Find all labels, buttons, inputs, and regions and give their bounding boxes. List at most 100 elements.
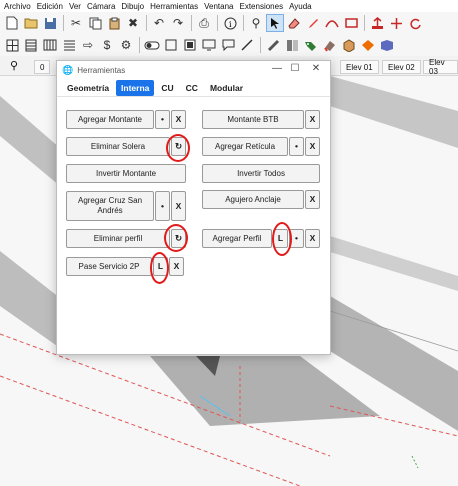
arc-icon[interactable] — [323, 14, 341, 32]
copy-icon[interactable] — [86, 14, 104, 32]
info-icon[interactable]: i — [221, 14, 239, 32]
invertir-todos-button[interactable]: Invertir Todos — [202, 164, 320, 183]
agregar-cruz-x-button[interactable]: X — [171, 191, 186, 221]
stack-icon[interactable] — [60, 36, 78, 54]
menu-ayuda[interactable]: Ayuda — [287, 2, 316, 11]
agregar-cruz-dot-button[interactable]: • — [155, 191, 170, 221]
agregar-cruz-button[interactable]: Agregar Cruz San Andrés — [66, 191, 154, 221]
move-icon[interactable] — [387, 14, 405, 32]
agregar-montante-dot-button[interactable]: • — [155, 110, 170, 129]
search-icon[interactable]: ⚲ — [10, 59, 18, 72]
pase-servicio-l-button[interactable]: L — [153, 257, 168, 276]
rectangle-icon[interactable] — [342, 14, 360, 32]
toolbar-separator — [146, 15, 147, 31]
menu-herramientas[interactable]: Herramientas — [148, 2, 202, 11]
agregar-perfil-button[interactable]: Agregar Perfil — [202, 229, 272, 248]
toggle-icon[interactable] — [143, 36, 161, 54]
agregar-reticula-button[interactable]: Agregar Retícula — [202, 137, 288, 156]
toolbar-separator — [260, 37, 261, 53]
menu-ver[interactable]: Ver — [67, 2, 85, 11]
scene-tab-elev-03[interactable]: Elev 03 — [423, 58, 458, 76]
pushpull-icon[interactable] — [368, 14, 386, 32]
panel-icon[interactable] — [22, 36, 40, 54]
fill-square-icon[interactable] — [181, 36, 199, 54]
eraser-icon[interactable] — [285, 14, 303, 32]
agregar-montante-button[interactable]: Agregar Montante — [66, 110, 154, 129]
erase-icon[interactable]: ✖ — [124, 14, 142, 32]
agujero-anclaje-x-button[interactable]: X — [305, 190, 320, 209]
camera-icon[interactable] — [378, 36, 396, 54]
dollar-icon[interactable]: $ — [98, 36, 116, 54]
scene-tab-elev-01[interactable]: Elev 01 — [340, 60, 379, 74]
montante-btb-button[interactable]: Montante BTB — [202, 110, 304, 129]
scene-tab-elev-02[interactable]: Elev 02 — [382, 60, 421, 74]
menu-archivo[interactable]: Archivo — [2, 2, 35, 11]
ruler-icon[interactable] — [264, 36, 282, 54]
print-icon[interactable]: ⎙ — [195, 14, 213, 32]
scene-tab-0[interactable]: 0 — [34, 60, 50, 74]
toolbar-main: ✂ ✖ ↶ ↷ ⎙ i ⚲ — [0, 12, 458, 34]
agujero-anclaje-button[interactable]: Agujero Anclaje — [202, 190, 304, 209]
agregar-reticula-dot-button[interactable]: • — [289, 137, 304, 156]
paste-icon[interactable] — [105, 14, 123, 32]
toolbar-separator — [191, 15, 192, 31]
pase-servicio-row: Pase Servicio 2P L X — [66, 257, 184, 276]
dialog-title: Herramientas — [77, 65, 126, 75]
cut-icon[interactable]: ✂ — [67, 14, 85, 32]
montante-btb-x-button[interactable]: X — [305, 110, 320, 129]
agregar-perfil-l-button[interactable]: L — [273, 229, 288, 248]
agregar-cruz-label-line1: Agregar Cruz San — [77, 196, 143, 205]
select-arrow-icon[interactable] — [266, 14, 284, 32]
invertir-montante-row: Invertir Montante — [66, 164, 186, 183]
eliminar-perfil-refresh-button[interactable]: ↻ — [171, 229, 186, 248]
new-file-icon[interactable] — [3, 14, 21, 32]
search-icon[interactable]: ⚲ — [247, 14, 265, 32]
toolbar-separator — [364, 15, 365, 31]
agregar-perfil-x-button[interactable]: X — [305, 229, 320, 248]
rotate-icon[interactable] — [406, 14, 424, 32]
toolbar-separator — [139, 37, 140, 53]
menu-dibujo[interactable]: Dibujo — [119, 2, 148, 11]
box-icon[interactable] — [340, 36, 358, 54]
open-folder-icon[interactable] — [22, 14, 40, 32]
tab-divider — [57, 96, 330, 97]
menu-extensiones[interactable]: Extensiones — [237, 2, 287, 11]
menu-ventana[interactable]: Ventana — [202, 2, 237, 11]
save-icon[interactable] — [41, 14, 59, 32]
section-icon[interactable] — [359, 36, 377, 54]
invertir-montante-button[interactable]: Invertir Montante — [66, 164, 186, 183]
menu-camara[interactable]: Cámara — [85, 2, 119, 11]
wall-icon[interactable] — [41, 36, 59, 54]
maximize-button[interactable]: ☐ — [285, 63, 305, 74]
close-button[interactable]: ✕ — [306, 63, 326, 74]
tab-cu[interactable]: CU — [156, 80, 178, 96]
tag-icon[interactable] — [302, 36, 320, 54]
copy-grid-icon[interactable] — [3, 36, 21, 54]
square-outline-icon[interactable] — [162, 36, 180, 54]
display-icon[interactable] — [200, 36, 218, 54]
tab-geometria[interactable]: Geometría — [62, 80, 114, 96]
tab-cc[interactable]: CC — [181, 80, 203, 96]
comment-icon[interactable] — [219, 36, 237, 54]
tab-interna[interactable]: Interna — [116, 80, 155, 96]
eliminar-solera-button[interactable]: Eliminar Solera — [66, 137, 170, 156]
eliminar-perfil-button[interactable]: Eliminar perfil — [66, 229, 170, 248]
undo-icon[interactable]: ↶ — [150, 14, 168, 32]
tab-modular[interactable]: Modular — [205, 80, 248, 96]
minimize-button[interactable]: — — [267, 63, 287, 74]
eliminar-solera-refresh-button[interactable]: ↻ — [171, 137, 186, 156]
agregar-perfil-dot-button[interactable]: • — [289, 229, 304, 248]
paint-icon[interactable] — [321, 36, 339, 54]
arrow-icon[interactable]: ⇨ — [79, 36, 97, 54]
redo-icon[interactable]: ↷ — [169, 14, 187, 32]
menu-edicion[interactable]: Edición — [35, 2, 67, 11]
toolbar-separator — [217, 15, 218, 31]
pencil-icon[interactable] — [304, 14, 322, 32]
agregar-reticula-x-button[interactable]: X — [305, 137, 320, 156]
level-icon[interactable] — [283, 36, 301, 54]
pase-servicio-button[interactable]: Pase Servicio 2P — [66, 257, 152, 276]
agregar-montante-x-button[interactable]: X — [171, 110, 186, 129]
diag-line-icon[interactable] — [238, 36, 256, 54]
pase-servicio-x-button[interactable]: X — [169, 257, 184, 276]
gear-icon[interactable]: ⚙ — [117, 36, 135, 54]
